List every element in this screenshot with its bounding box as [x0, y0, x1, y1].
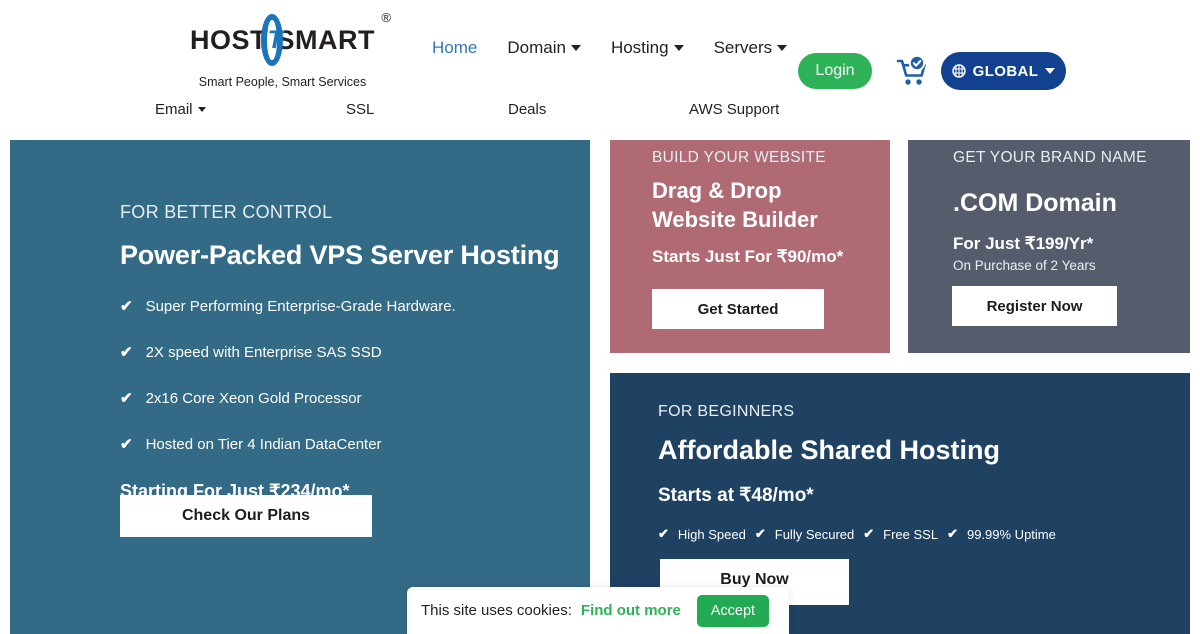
shared-price: Starts at ₹48/mo* [658, 485, 814, 506]
builder-price: Starts Just For ₹90/mo* [652, 247, 844, 267]
domain-note: On Purchase of 2 Years [953, 258, 1096, 273]
check-icon: ✔ [754, 526, 766, 541]
shared-feature-label: Fully Secured [774, 526, 855, 542]
nav-item-hosting[interactable]: Hosting [611, 38, 684, 58]
vps-title: Power-Packed VPS Server Hosting [120, 240, 560, 270]
site-logo[interactable]: HOST iT SMART ® Smart People, Smart Serv… [190, 10, 391, 94]
list-item: ✔ Super Performing Enterprise-Grade Hard… [120, 297, 590, 316]
nav-item-email[interactable]: Email [155, 101, 206, 118]
register-now-button[interactable]: Register Now [952, 286, 1117, 326]
nav-item-home[interactable]: Home [432, 38, 477, 58]
shared-title: Affordable Shared Hosting [658, 435, 1001, 465]
logo-wordmark: HOST iT SMART ® [190, 10, 391, 66]
nav-item-aws-support-label: AWS Support [689, 100, 780, 118]
nav-item-deals-label: Deals [508, 100, 547, 118]
globe-grid-icon [951, 64, 966, 78]
builder-title-line1: Drag & Drop [652, 178, 782, 203]
secondary-nav: Email SSL Deals AWS Support [0, 94, 1200, 124]
primary-nav: Home Domain Hosting Servers [432, 38, 788, 58]
nav-item-servers[interactable]: Servers [714, 38, 788, 58]
vps-feature-list: ✔ Super Performing Enterprise-Grade Hard… [120, 297, 590, 454]
check-icon: ✔ [947, 526, 958, 541]
list-item: ✔ Hosted on Tier 4 Indian DataCenter [120, 435, 590, 454]
shared-feature-label: 99.99% Uptime [966, 526, 1056, 542]
vps-feature-label: 2X speed with Enterprise SAS SSD [145, 343, 382, 361]
domain-price: For Just ₹199/Yr* [953, 234, 1094, 253]
logo-text-host: HOST [190, 24, 268, 55]
nav-item-deals[interactable]: Deals [508, 101, 546, 118]
cart-check-icon[interactable] [893, 52, 931, 90]
logo-tagline: Smart People, Smart Services [198, 75, 367, 89]
chevron-down-icon [197, 106, 206, 112]
builder-title: Drag & Drop Website Builder [652, 177, 890, 234]
accept-cookies-button[interactable]: Accept [696, 594, 769, 627]
global-region-label: GLOBAL [972, 62, 1039, 80]
check-icon: ✔ [120, 436, 133, 453]
nav-item-servers-label: Servers [713, 38, 773, 57]
check-icon: ✔ [863, 526, 875, 541]
nav-item-ssl[interactable]: SSL [346, 101, 374, 118]
check-icon: ✔ [120, 298, 133, 315]
chevron-down-icon [1045, 68, 1056, 74]
check-icon: ✔ [120, 344, 133, 361]
registered-trademark-icon: ® [381, 10, 391, 25]
shared-feature-list: ✔ High Speed ✔ Fully Secured ✔ Free SSL … [658, 526, 1190, 542]
global-region-button[interactable]: GLOBAL [941, 52, 1066, 90]
vps-feature-label: Hosted on Tier 4 Indian DataCenter [145, 435, 382, 453]
check-icon: ✔ [658, 526, 669, 541]
vps-feature-label: Super Performing Enterprise-Grade Hardwa… [145, 297, 456, 315]
vps-feature-label: 2x16 Core Xeon Gold Processor [145, 389, 362, 407]
nav-item-hosting-label: Hosting [610, 38, 669, 57]
shared-eyebrow: FOR BEGINNERS [658, 403, 795, 420]
nav-item-domain[interactable]: Domain [507, 38, 581, 58]
nav-item-ssl-label: SSL [346, 100, 375, 118]
logo-text-smart: SMART [276, 24, 375, 55]
check-our-plans-button[interactable]: Check Our Plans [120, 495, 372, 537]
shared-feature-label: High Speed [677, 526, 746, 542]
hero-panel-vps: FOR BETTER CONTROL Power-Packed VPS Serv… [10, 140, 590, 634]
chevron-down-icon [777, 45, 788, 51]
cookie-message: This site uses cookies: [421, 602, 572, 619]
nav-item-email-label: Email [155, 100, 193, 118]
domain-title: .COM Domain [953, 189, 1117, 217]
list-item: ✔ 2x16 Core Xeon Gold Processor [120, 389, 590, 408]
logo-text-it: iT [260, 25, 283, 54]
logo-circle-icon: iT [260, 14, 283, 66]
chevron-down-icon [673, 45, 684, 51]
domain-eyebrow: GET YOUR BRAND NAME [953, 149, 1147, 166]
get-started-button[interactable]: Get Started [652, 289, 824, 329]
vps-eyebrow: FOR BETTER CONTROL [120, 202, 333, 222]
nav-item-home-label: Home [432, 38, 478, 57]
cookie-consent-banner: This site uses cookies: Find out more Ac… [407, 587, 789, 634]
builder-eyebrow: BUILD YOUR WEBSITE [652, 149, 826, 166]
site-header: HOST iT SMART ® Smart People, Smart Serv… [0, 0, 1200, 128]
builder-title-line2: Website Builder [652, 206, 818, 232]
find-out-more-link[interactable]: Find out more [581, 602, 681, 619]
check-icon: ✔ [120, 390, 133, 407]
login-button[interactable]: Login [798, 53, 872, 89]
shared-feature-label: Free SSL [883, 526, 939, 542]
nav-item-aws-support[interactable]: AWS Support [689, 101, 779, 118]
list-item: ✔ 2X speed with Enterprise SAS SSD [120, 343, 590, 362]
nav-item-domain-label: Domain [507, 38, 566, 57]
chevron-down-icon [570, 45, 581, 51]
